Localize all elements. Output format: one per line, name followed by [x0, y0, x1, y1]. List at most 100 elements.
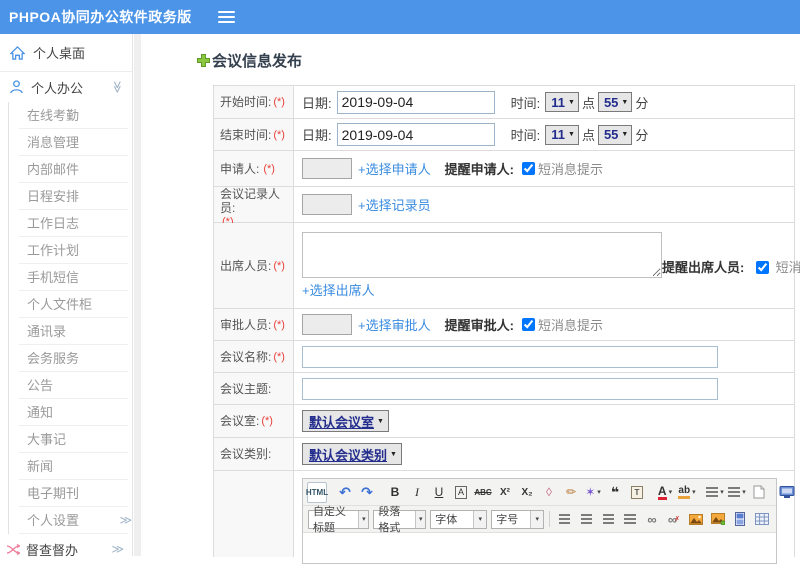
custom-title-select[interactable]: 自定义标题▾ [308, 510, 369, 529]
recorder-input[interactable] [302, 194, 352, 215]
blockquote-icon[interactable]: ❝ [605, 482, 625, 503]
ordered-list-button[interactable]: ▾ [705, 482, 725, 503]
meeting-topic-label: 会议主题: [220, 382, 271, 396]
approver-sms-checkbox[interactable] [522, 318, 535, 331]
chevron-down-icon: ▼ [568, 131, 575, 138]
superscript-button[interactable]: X² [495, 482, 515, 503]
align-justify-icon[interactable] [620, 509, 640, 530]
chevron-down-icon: ≫ [111, 81, 125, 94]
chevron-down-icon: ▾ [597, 488, 601, 496]
hamburger-menu-icon[interactable] [218, 11, 235, 23]
sidebar-item-desktop[interactable]: 个人桌面 [0, 34, 132, 72]
sidebar-item-contacts[interactable]: 通讯录 [9, 318, 132, 345]
autotypeset-button[interactable]: ✶▾ [583, 482, 603, 503]
clear-format-icon[interactable]: ✏ [561, 482, 581, 503]
char-border-button[interactable]: A [451, 482, 471, 503]
sidebar-item-announcement[interactable]: 公告 [9, 372, 132, 399]
meeting-room-label: 会议室: [220, 414, 259, 428]
meeting-category-select[interactable]: 默认会议类别▼ [302, 443, 402, 465]
align-left-icon[interactable] [554, 509, 574, 530]
undo-icon[interactable]: ↶ [335, 482, 355, 503]
sidebar-item-e-journal[interactable]: 电子期刊 [9, 480, 132, 507]
editor-content-area[interactable] [303, 533, 776, 563]
select-attendees-link[interactable]: +选择出席人 [302, 280, 375, 299]
start-hour-select[interactable]: 11▼ [545, 92, 579, 112]
select-approver-link[interactable]: +选择审批人 [358, 315, 431, 334]
unlink-icon[interactable]: ∞✗ [664, 509, 684, 530]
chevron-down-icon: ▼ [621, 131, 628, 138]
attendees-sms-checkbox[interactable] [756, 261, 769, 274]
html-source-button[interactable]: HTML [307, 482, 327, 503]
highlight-color-button[interactable]: ab▾ [677, 482, 697, 503]
minute-unit: 分 [635, 125, 648, 144]
attendees-textarea[interactable] [302, 232, 662, 278]
image-icon[interactable] [686, 509, 706, 530]
fullscreen-icon[interactable] [777, 482, 797, 503]
select-applicant-link[interactable]: +选择申请人 [358, 159, 431, 178]
subscript-button[interactable]: X₂ [517, 482, 537, 503]
table-icon[interactable] [752, 509, 772, 530]
approver-label: 审批人员: [220, 318, 271, 332]
sidebar-item-news[interactable]: 新闻 [9, 453, 132, 480]
new-document-icon[interactable] [749, 482, 769, 503]
chevron-down-icon: ▼ [621, 99, 628, 106]
sidebar: 个人桌面 个人办公 ≫ 在线考勤 消息管理 内部邮件 日程安排 工作日志 工作计… [0, 34, 133, 556]
underline-button[interactable]: U [429, 482, 449, 503]
applicant-input[interactable] [302, 158, 352, 179]
form-row-start-time: 开始时间:(*) 日期: 时间: 11▼ 点 55▼ 分 [214, 86, 794, 119]
sidebar-item-file-cabinet[interactable]: 个人文件柜 [9, 291, 132, 318]
align-right-icon[interactable] [598, 509, 618, 530]
sms-label: 短消息提示 [776, 260, 800, 275]
unordered-list-icon [728, 487, 740, 497]
meeting-room-select[interactable]: 默认会议室▼ [302, 410, 389, 432]
form-row-meeting-topic: 会议主题: [214, 373, 794, 405]
recorder-label: 会议记录人员: [220, 187, 290, 215]
page-break-icon[interactable] [730, 509, 750, 530]
sidebar-item-office[interactable]: 个人办公 ≫ [0, 72, 132, 102]
font-color-button[interactable]: A▾ [655, 482, 675, 503]
sidebar-item-schedule[interactable]: 日程安排 [9, 183, 132, 210]
sidebar-item-personal-settings[interactable]: 个人设置 ≫ [9, 507, 132, 534]
strikethrough-button[interactable]: ABC [473, 482, 493, 503]
meeting-topic-input[interactable] [302, 378, 718, 400]
sidebar-item-meeting-service[interactable]: 会务服务 [9, 345, 132, 372]
end-minute-select[interactable]: 55▼ [598, 125, 632, 145]
font-size-select[interactable]: 字号▾ [491, 510, 544, 529]
sidebar-scrollbar[interactable] [134, 34, 141, 556]
unordered-list-button[interactable]: ▾ [727, 482, 747, 503]
app-brand: PHPOA协同办公软件政务版 [0, 7, 192, 27]
start-date-input[interactable] [337, 91, 495, 114]
font-family-select[interactable]: 字体▾ [430, 510, 487, 529]
start-minute-select[interactable]: 55▼ [598, 92, 632, 112]
sidebar-item-work-plan[interactable]: 工作计划 [9, 237, 132, 264]
required-mark: (*) [273, 128, 285, 142]
sidebar-item-messages[interactable]: 消息管理 [9, 129, 132, 156]
select-recorder-link[interactable]: +选择记录员 [358, 195, 431, 214]
sidebar-item-sms[interactable]: 手机短信 [9, 264, 132, 291]
sidebar-item-supervise[interactable]: 督查督办 ≫ [0, 534, 132, 564]
form-row-attendees: 出席人员:(*) +选择出席人 提醒出席人员: 短消息提示 [214, 223, 794, 309]
redo-icon[interactable]: ↷ [357, 482, 377, 503]
link-icon[interactable]: ∞ [642, 509, 662, 530]
sidebar-item-work-log[interactable]: 工作日志 [9, 210, 132, 237]
main-content: 会议信息发布 开始时间:(*) 日期: 时间: 11▼ 点 55▼ 分 结束时间… [141, 34, 800, 556]
sidebar-item-notice[interactable]: 通知 [9, 399, 132, 426]
remind-approver-label: 提醒审批人: [445, 315, 514, 334]
sidebar-item-memorabilia[interactable]: 大事记 [9, 426, 132, 453]
end-date-input[interactable] [337, 123, 495, 146]
sidebar-item-attendance[interactable]: 在线考勤 [9, 102, 132, 129]
bold-button[interactable]: B [385, 482, 405, 503]
paragraph-format-select[interactable]: 段落格式▾ [373, 510, 426, 529]
italic-button[interactable]: I [407, 482, 427, 503]
end-hour-select[interactable]: 11▼ [545, 125, 579, 145]
applicant-sms-checkbox[interactable] [522, 162, 535, 175]
align-center-icon[interactable] [576, 509, 596, 530]
paste-text-icon[interactable]: T [627, 482, 647, 503]
approver-input[interactable] [302, 314, 352, 335]
insert-image-icon[interactable] [708, 509, 728, 530]
eraser-icon[interactable]: ◊ [539, 482, 559, 503]
meeting-name-input[interactable] [302, 346, 718, 368]
date-label: 日期: [302, 125, 332, 144]
sidebar-item-internal-mail[interactable]: 内部邮件 [9, 156, 132, 183]
required-mark: (*) [261, 414, 273, 428]
